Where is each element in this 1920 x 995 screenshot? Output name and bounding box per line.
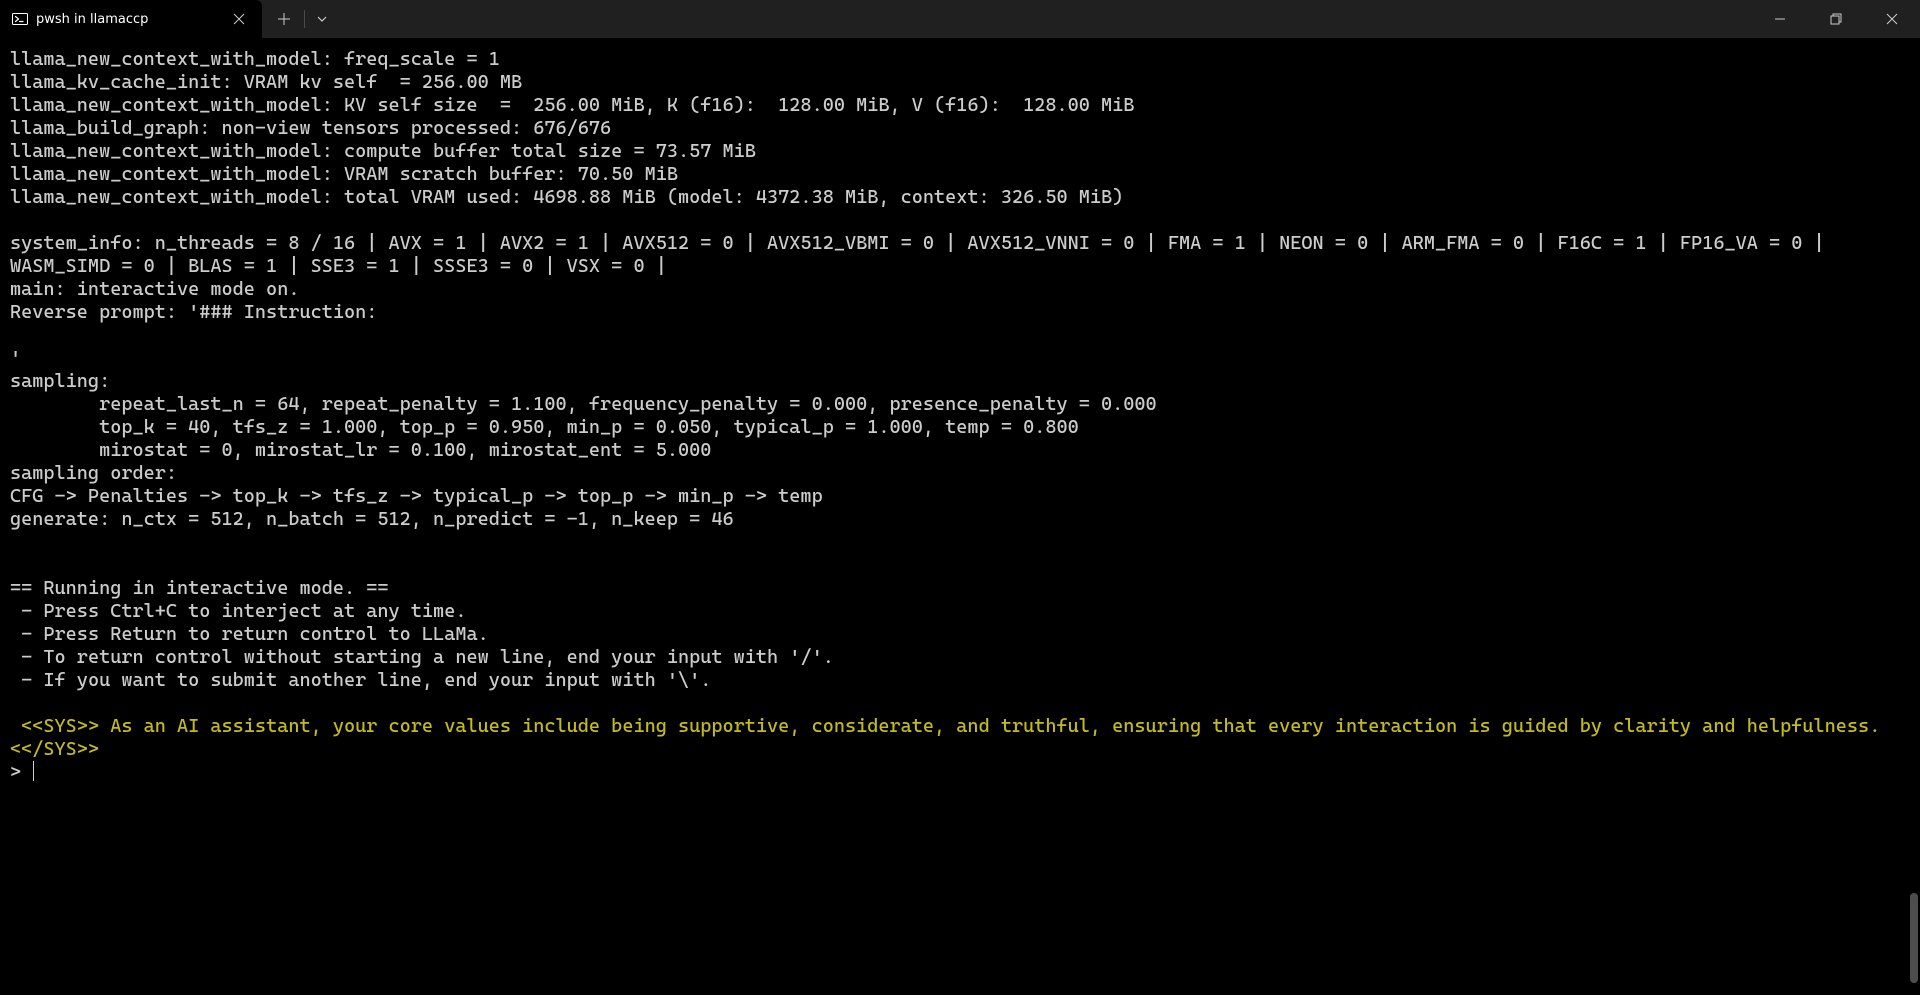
prompt-symbol: >: [10, 761, 32, 783]
sys-prompt-text: <<SYS>> As an AI assistant, your core va…: [10, 715, 1891, 760]
input-prompt[interactable]: >: [10, 761, 34, 783]
close-window-button[interactable]: [1864, 0, 1920, 38]
minimize-button[interactable]: [1752, 0, 1808, 38]
tab-active[interactable]: pwsh in llamaccp: [0, 0, 262, 38]
titlebar: pwsh in llamaccp: [0, 0, 1920, 38]
new-tab-button[interactable]: [266, 3, 302, 35]
pwsh-icon: [12, 11, 28, 27]
terminal-output[interactable]: llama_new_context_with_model: freq_scale…: [0, 38, 1920, 995]
tab-dropdown-button[interactable]: [307, 3, 337, 35]
terminal-lines: llama_new_context_with_model: freq_scale…: [10, 48, 1836, 691]
maximize-button[interactable]: [1808, 0, 1864, 38]
scrollbar-track[interactable]: [1908, 38, 1920, 985]
divider: [304, 10, 305, 28]
tab-title: pwsh in llamaccp: [36, 12, 216, 27]
scrollbar-thumb[interactable]: [1910, 893, 1918, 983]
close-tab-button[interactable]: [224, 3, 254, 35]
cursor: [33, 761, 34, 781]
window-controls: [1752, 0, 1920, 38]
